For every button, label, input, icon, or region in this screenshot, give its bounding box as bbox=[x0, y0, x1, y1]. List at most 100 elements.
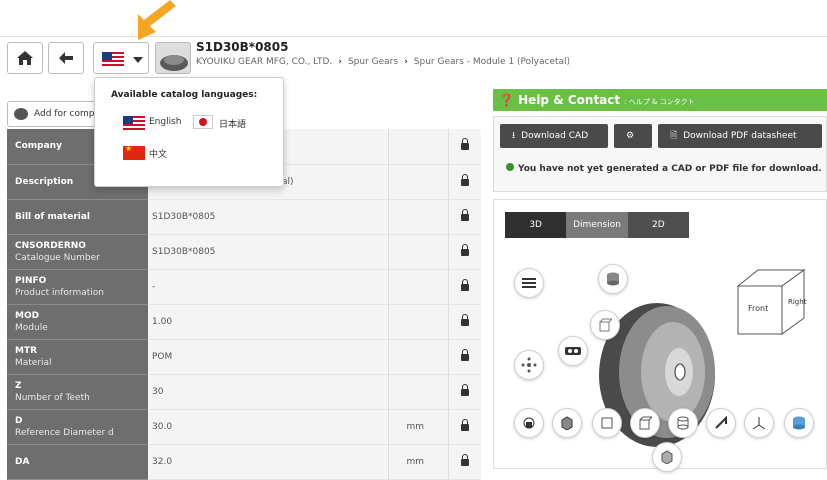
table-row: MOD Module 1.00 bbox=[7, 304, 481, 340]
view-cube[interactable]: Front Right bbox=[736, 268, 806, 338]
help-subtitle: : ヘルプ & コンタクト bbox=[624, 98, 695, 106]
list-icon[interactable] bbox=[514, 268, 544, 298]
row-key: D bbox=[15, 415, 23, 426]
rotate-icon[interactable] bbox=[514, 408, 544, 438]
lock-icon[interactable] bbox=[447, 164, 481, 200]
us-flag-icon bbox=[123, 116, 145, 130]
compare-icon bbox=[14, 108, 28, 120]
japan-flag-icon bbox=[193, 115, 213, 129]
add-button-label: Add for comp bbox=[34, 109, 95, 119]
row-value: S1D30B*0805 bbox=[148, 199, 388, 235]
wireframe-icon[interactable] bbox=[630, 408, 660, 438]
chevron-right-icon: › bbox=[404, 57, 408, 67]
vr-glasses-icon[interactable] bbox=[558, 336, 588, 366]
help-title: Help & Contact bbox=[518, 93, 621, 107]
table-row: MTR Material POM bbox=[7, 339, 481, 375]
model-settings-icon[interactable] bbox=[652, 442, 682, 472]
row-key: PINFO bbox=[15, 275, 47, 286]
arrow-left-icon bbox=[59, 52, 73, 64]
pdf-icon: 🗎 bbox=[670, 131, 678, 141]
cylinder-icon[interactable] bbox=[598, 264, 628, 294]
home-icon bbox=[17, 51, 33, 65]
row-subkey: Product information bbox=[15, 287, 104, 298]
language-option-japanese[interactable]: 日本語 bbox=[219, 117, 246, 130]
row-value: 32.0 bbox=[148, 444, 388, 480]
language-option-english[interactable]: English bbox=[149, 117, 182, 127]
lock-icon[interactable] bbox=[447, 304, 481, 340]
help-contact-bar[interactable]: ❓ Help & Contact: ヘルプ & コンタクト bbox=[493, 89, 827, 111]
breadcrumb-category[interactable]: Spur Gears bbox=[348, 57, 398, 67]
table-row: Bill of material S1D30B*0805 bbox=[7, 199, 481, 235]
row-unit: mm bbox=[387, 409, 448, 445]
table-row: D Reference Diameter d 30.0 mm bbox=[7, 409, 481, 445]
help-icon: ❓ bbox=[499, 93, 514, 107]
download-cad-button[interactable]: ⭳ Download CAD bbox=[500, 124, 608, 148]
cube-outline-icon[interactable] bbox=[590, 310, 620, 340]
row-subkey: Catalogue Number bbox=[15, 252, 100, 263]
china-flag-icon bbox=[123, 144, 145, 160]
language-dropdown: Available catalog languages: English 日本語… bbox=[94, 77, 284, 187]
language-dropdown-heading: Available catalog languages: bbox=[111, 90, 258, 100]
download-icon: ⭳ bbox=[512, 131, 516, 141]
lock-icon[interactable] bbox=[447, 374, 481, 410]
row-unit: mm bbox=[387, 444, 448, 480]
row-value: 30.0 bbox=[148, 409, 388, 445]
row-subkey: Module bbox=[15, 322, 48, 333]
row-value: S1D30B*0805 bbox=[148, 234, 388, 270]
language-option-chinese[interactable]: 中文 bbox=[149, 147, 167, 160]
lock-icon[interactable] bbox=[447, 339, 481, 375]
cube-front-label[interactable]: Front bbox=[748, 304, 768, 313]
color-cylinder-icon[interactable] bbox=[784, 408, 814, 438]
view-tabs: 3D Dimension 2D bbox=[505, 212, 689, 238]
row-key: Z bbox=[15, 380, 22, 391]
explode-icon[interactable] bbox=[514, 350, 544, 380]
table-row: PINFO Product information - bbox=[7, 269, 481, 305]
row-subkey: Reference Diameter d bbox=[15, 427, 114, 438]
cube-right-label[interactable]: Right bbox=[788, 298, 806, 306]
tab-2d[interactable]: 2D bbox=[627, 212, 689, 238]
table-row: DA 32.0 mm bbox=[7, 444, 481, 480]
fit-view-icon[interactable] bbox=[592, 408, 622, 438]
row-key: MOD bbox=[15, 310, 40, 321]
row-key: DA bbox=[15, 456, 30, 467]
table-row: CNSORDERNO Catalogue Number S1D30B*0805 bbox=[7, 234, 481, 270]
home-button[interactable] bbox=[7, 42, 43, 74]
pointer-arrow-icon bbox=[138, 0, 176, 40]
cad-settings-button[interactable]: ⚙ bbox=[614, 124, 652, 148]
download-pdf-button[interactable]: 🗎 Download PDF datasheet bbox=[658, 124, 822, 148]
tab-3d[interactable]: 3D bbox=[505, 212, 567, 238]
lock-icon[interactable] bbox=[447, 444, 481, 480]
row-value: 1.00 bbox=[148, 304, 388, 340]
download-cad-label: Download CAD bbox=[521, 131, 589, 141]
lock-icon[interactable] bbox=[447, 269, 481, 305]
download-notice: You have not yet generated a CAD or PDF … bbox=[506, 163, 822, 174]
chevron-down-icon bbox=[133, 57, 143, 63]
breadcrumb-manufacturer[interactable]: KYOUIKU GEAR MFG, CO., LTD. bbox=[196, 57, 332, 67]
row-key: CNSORDERNO bbox=[15, 240, 86, 251]
row-value: 30 bbox=[148, 374, 388, 410]
lock-icon[interactable] bbox=[447, 199, 481, 235]
table-row: Z Number of Teeth 30 bbox=[7, 374, 481, 410]
product-title: S1D30B*0805 bbox=[196, 40, 289, 54]
row-key: Bill of material bbox=[15, 211, 91, 222]
row-subkey: Number of Teeth bbox=[15, 392, 90, 403]
lock-icon[interactable] bbox=[447, 129, 481, 165]
row-value: - bbox=[148, 269, 388, 305]
breadcrumb: KYOUIKU GEAR MFG, CO., LTD. › Spur Gears… bbox=[196, 57, 570, 67]
row-value: POM bbox=[148, 339, 388, 375]
download-pdf-label: Download PDF datasheet bbox=[683, 131, 797, 141]
file-settings-icon: ⚙ bbox=[626, 131, 635, 141]
chevron-right-icon: › bbox=[338, 57, 342, 67]
row-key: MTR bbox=[15, 345, 38, 356]
info-icon bbox=[506, 163, 514, 171]
back-button[interactable] bbox=[48, 42, 84, 74]
lock-icon[interactable] bbox=[447, 409, 481, 445]
breadcrumb-subcategory[interactable]: Spur Gears - Module 1 (Polyacetal) bbox=[414, 57, 570, 67]
measure-icon[interactable] bbox=[706, 408, 736, 438]
axes-icon[interactable] bbox=[744, 408, 774, 438]
row-subkey: Material bbox=[15, 357, 52, 368]
lock-icon[interactable] bbox=[447, 234, 481, 270]
section-icon[interactable] bbox=[668, 408, 698, 438]
shaded-view-icon[interactable] bbox=[552, 408, 582, 438]
tab-dimension[interactable]: Dimension bbox=[566, 212, 628, 238]
